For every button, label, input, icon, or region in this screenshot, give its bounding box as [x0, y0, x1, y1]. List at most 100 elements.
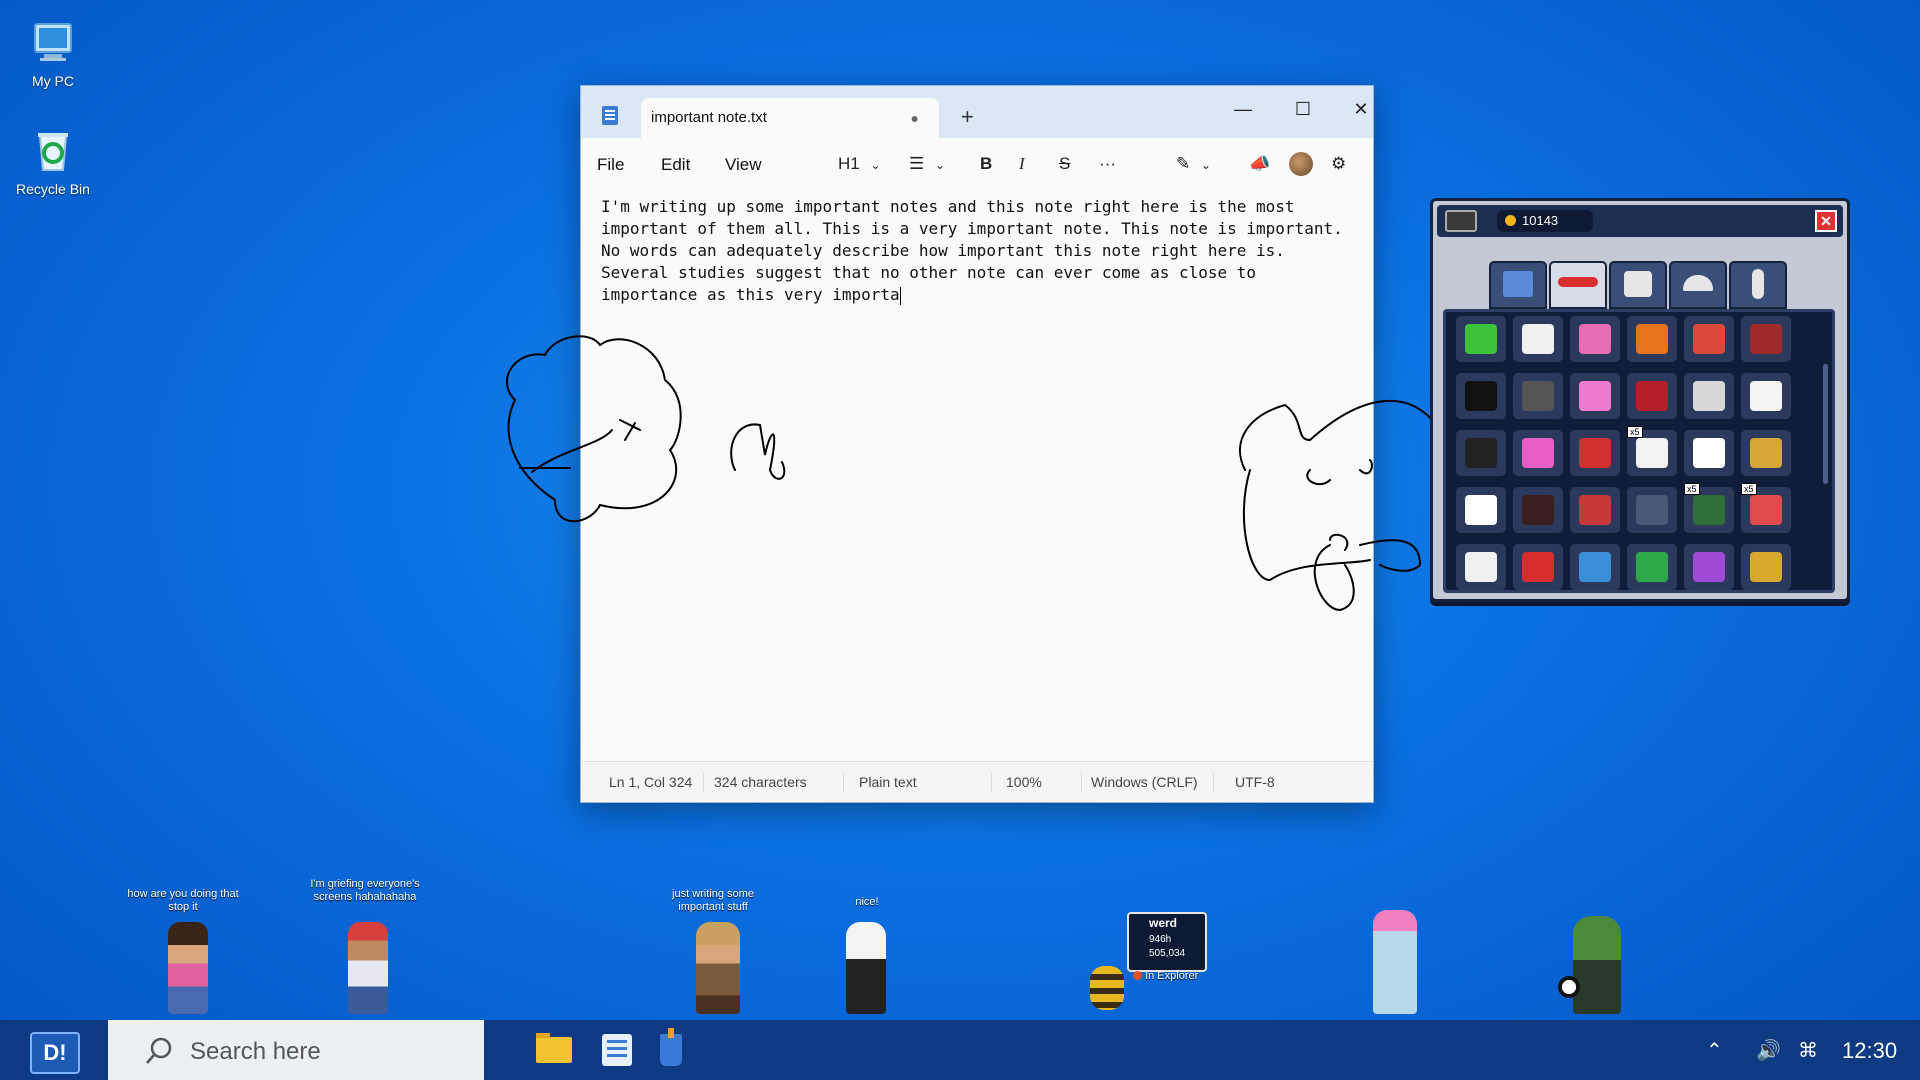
crate-icon: [1503, 271, 1533, 297]
eight-ball-icon: [1465, 381, 1497, 411]
firework-icon: [1750, 495, 1782, 525]
inventory-slot[interactable]: [1456, 430, 1506, 476]
inventory-slot[interactable]: x5: [1627, 426, 1677, 476]
volume-icon[interactable]: 🔊: [1756, 1038, 1781, 1063]
purple-plane-icon: [1693, 552, 1725, 582]
inventory-grid: x5 x5 x5: [1443, 309, 1835, 593]
inventory-slot[interactable]: [1456, 487, 1506, 533]
inventory-slot[interactable]: [1513, 487, 1563, 533]
player-card[interactable]: werd 946h 505,034: [1127, 912, 1207, 972]
inventory-slot[interactable]: [1741, 544, 1791, 590]
inventory-slot[interactable]: [1513, 430, 1563, 476]
wifi-icon[interactable]: ⌘: [1798, 1038, 1818, 1063]
inventory-slot[interactable]: [1684, 316, 1734, 362]
pink-box-icon: [1579, 381, 1611, 411]
splat-icon: [1693, 495, 1725, 525]
inventory-slot[interactable]: x5: [1741, 483, 1791, 533]
green-plane-icon: [1636, 552, 1668, 582]
avatar-character[interactable]: [338, 922, 398, 1020]
inventory-header: 10143 ✕: [1437, 205, 1843, 237]
soccer-ball-icon: [1558, 976, 1580, 998]
tab-crates[interactable]: [1489, 261, 1547, 309]
folder-icon: [536, 1033, 550, 1038]
drum-icon: [1579, 495, 1611, 525]
avatar-sprite: [846, 922, 886, 1014]
clock-icon: [1522, 495, 1554, 525]
inventory-slot[interactable]: [1513, 373, 1563, 419]
paint-roller-icon: [1693, 324, 1725, 354]
chat-bubble: nice!: [855, 896, 879, 908]
tab-hats[interactable]: [1669, 261, 1727, 309]
blue-plane-icon: [1579, 552, 1611, 582]
taskbar-notepad[interactable]: [602, 1034, 632, 1066]
inventory-slot[interactable]: [1627, 487, 1677, 533]
bee-avatar[interactable]: [1090, 966, 1128, 1020]
inventory-slot[interactable]: x5: [1684, 483, 1734, 533]
tab-clothing[interactable]: [1609, 261, 1667, 309]
player-hours: 946h: [1149, 934, 1172, 945]
inventory-slot[interactable]: [1456, 544, 1506, 590]
avatar-character[interactable]: [158, 922, 218, 1020]
inventory-scrollbar[interactable]: [1823, 364, 1828, 484]
chest-icon: [1445, 210, 1477, 232]
plus-icon: [1465, 324, 1497, 354]
inventory-slot[interactable]: [1513, 544, 1563, 590]
taskbar: D! Search here ⌃ 🔊 ⌘ 12:30: [0, 1020, 1920, 1080]
white-box-icon: [1693, 381, 1725, 411]
pink-car-icon: [1522, 438, 1554, 468]
inventory-slot[interactable]: [1684, 373, 1734, 419]
chat-bubble: just writing some important stuff: [672, 888, 754, 913]
inventory-slot[interactable]: [1627, 544, 1677, 590]
inventory-slot[interactable]: [1513, 316, 1563, 362]
inventory-slot[interactable]: [1627, 373, 1677, 419]
coin-balance: 10143: [1497, 210, 1593, 232]
avatar-sprite: [168, 922, 208, 1014]
avatar-sprite: [1573, 916, 1621, 1014]
dice-icon: [1465, 495, 1497, 525]
avatar-character[interactable]: [1558, 916, 1632, 1020]
white-car-icon: [1750, 381, 1782, 411]
tab-vehicles[interactable]: [1549, 261, 1607, 309]
inventory-slot[interactable]: [1456, 373, 1506, 419]
glove-icon: [1522, 324, 1554, 354]
start-button[interactable]: D!: [30, 1032, 80, 1074]
clock-time[interactable]: 12:30: [1842, 1038, 1897, 1064]
chat-bubble: I'm griefing everyone's screens hahahaha…: [310, 878, 420, 903]
inventory-slot[interactable]: [1741, 430, 1791, 476]
avatar-character[interactable]: [836, 922, 896, 1020]
inventory-slot[interactable]: [1570, 430, 1620, 476]
avatar-sprite: [348, 922, 388, 1014]
inventory-close-button[interactable]: ✕: [1815, 210, 1837, 232]
inventory-slot[interactable]: [1627, 316, 1677, 362]
black-car-icon: [1465, 438, 1497, 468]
inventory-slot[interactable]: [1570, 316, 1620, 362]
inventory-slot[interactable]: [1570, 373, 1620, 419]
taskbar-paint[interactable]: [660, 1028, 682, 1066]
avatar-character[interactable]: [1362, 910, 1428, 1020]
gold-coin-icon: [1750, 438, 1782, 468]
avatar-icon: [1752, 269, 1764, 299]
inventory-slot[interactable]: [1684, 544, 1734, 590]
notepad-icon: [607, 1040, 627, 1043]
inventory-slot[interactable]: [1570, 544, 1620, 590]
taskbar-file-explorer[interactable]: [536, 1033, 572, 1063]
chat-bubble: how are you doing that stop it: [127, 888, 239, 913]
inventory-slot[interactable]: [1570, 487, 1620, 533]
inventory-slot[interactable]: [1684, 430, 1734, 476]
inventory-slot[interactable]: [1741, 373, 1791, 419]
search-placeholder: Search here: [190, 1038, 321, 1065]
scribble-face-details: [519, 419, 641, 473]
boombox-icon: [1522, 381, 1554, 411]
red-box-icon: [1636, 381, 1668, 411]
taskbar-search[interactable]: Search here: [108, 1020, 484, 1080]
potion-icon: [1579, 324, 1611, 354]
cigarette-icon: [1636, 438, 1668, 468]
inventory-slot[interactable]: [1456, 316, 1506, 362]
avatar-character[interactable]: [685, 922, 751, 1020]
inventory-slot[interactable]: [1741, 316, 1791, 362]
chevron-up-icon[interactable]: ⌃: [1706, 1038, 1723, 1063]
tab-avatar[interactable]: [1729, 261, 1787, 309]
dumbbell-icon: [1636, 495, 1668, 525]
player-name: werd: [1149, 916, 1178, 930]
avatar-sprite: [1373, 910, 1417, 1014]
